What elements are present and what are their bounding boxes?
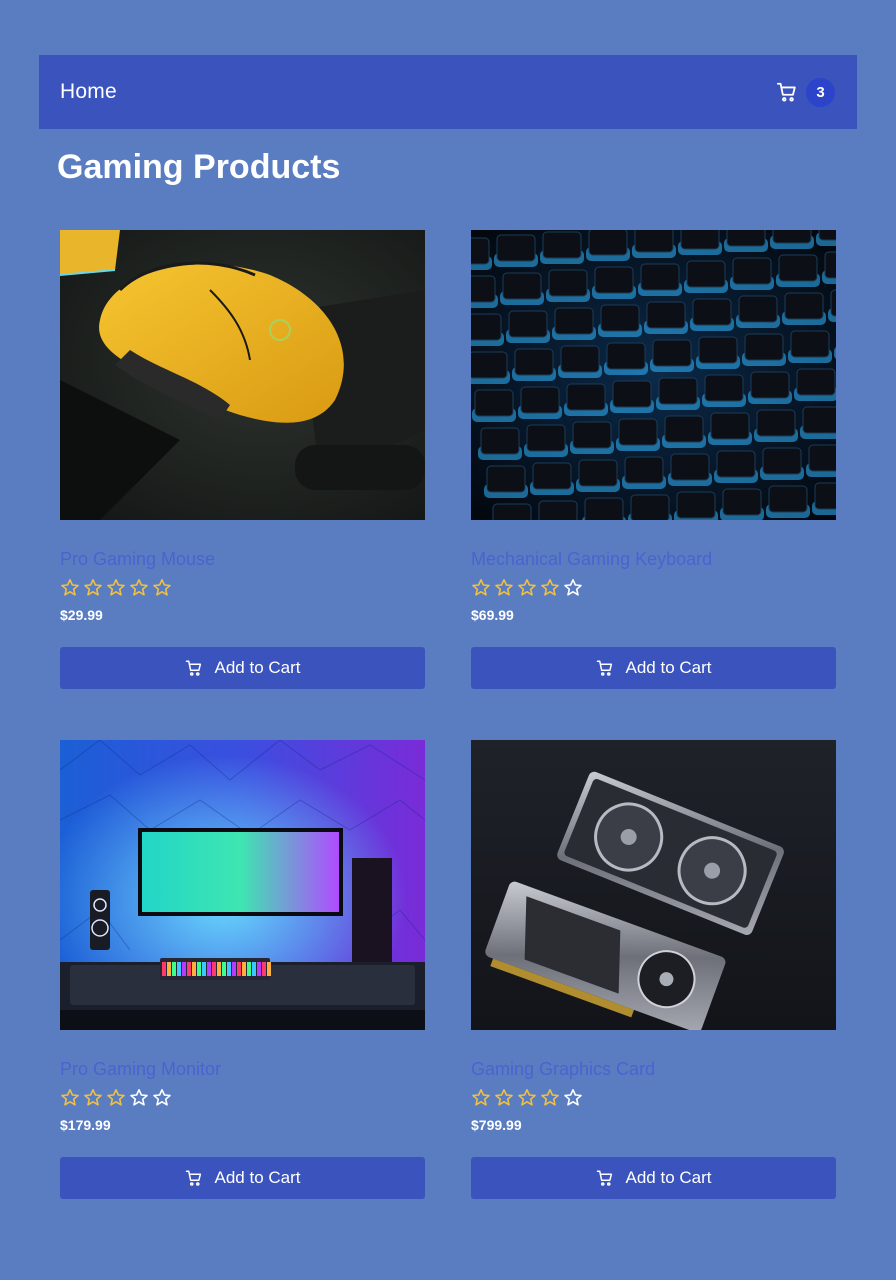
product-name[interactable]: Pro Gaming Monitor <box>60 1058 425 1080</box>
add-to-cart-button[interactable]: Add to Cart <box>471 1157 836 1199</box>
cart-icon <box>185 1169 203 1187</box>
cart-count-badge: 3 <box>806 77 835 107</box>
product-card: Pro Gaming Mouse $29.99 Add to Cart <box>60 230 425 689</box>
star-empty-icon <box>153 1089 171 1106</box>
product-image <box>60 740 425 1030</box>
star-filled-icon <box>541 579 559 596</box>
star-filled-icon <box>61 579 79 596</box>
product-card: Pro Gaming Monitor $179.99 Add to Cart <box>60 740 425 1199</box>
star-empty-icon <box>564 579 582 596</box>
add-to-cart-label: Add to Cart <box>214 1168 301 1187</box>
product-name[interactable]: Gaming Graphics Card <box>471 1058 836 1080</box>
product-name[interactable]: Pro Gaming Mouse <box>60 548 425 570</box>
star-filled-icon <box>495 1089 513 1106</box>
cart-button[interactable]: 3 <box>776 77 835 107</box>
star-filled-icon <box>518 579 536 596</box>
add-to-cart-button[interactable]: Add to Cart <box>60 1157 425 1199</box>
star-filled-icon <box>61 1089 79 1106</box>
rating-stars <box>471 578 836 598</box>
rating-stars <box>60 1088 425 1108</box>
rating-stars <box>471 1088 836 1108</box>
star-filled-icon <box>107 579 125 596</box>
product-card: Mechanical Gaming Keyboard $69.99 Add to… <box>471 230 836 689</box>
product-price: $799.99 <box>471 1117 522 1133</box>
product-image <box>471 740 836 1030</box>
star-filled-icon <box>84 1089 102 1106</box>
add-to-cart-label: Add to Cart <box>214 658 301 677</box>
rating-stars <box>60 578 425 598</box>
product-image <box>471 230 836 520</box>
add-to-cart-label: Add to Cart <box>625 658 712 677</box>
star-empty-icon <box>130 1089 148 1106</box>
star-empty-icon <box>564 1089 582 1106</box>
add-to-cart-button[interactable]: Add to Cart <box>60 647 425 689</box>
product-price: $29.99 <box>60 607 103 623</box>
star-filled-icon <box>472 579 490 596</box>
page-title: Gaming Products <box>57 148 341 186</box>
product-image <box>60 230 425 520</box>
nav-home-link[interactable]: Home <box>60 80 117 104</box>
star-filled-icon <box>472 1089 490 1106</box>
cart-icon <box>776 81 798 103</box>
star-filled-icon <box>153 579 171 596</box>
cart-icon <box>596 1169 614 1187</box>
cart-icon <box>185 659 203 677</box>
star-filled-icon <box>84 579 102 596</box>
product-card: Gaming Graphics Card $799.99 Add to Cart <box>471 740 836 1199</box>
cart-icon <box>596 659 614 677</box>
star-filled-icon <box>107 1089 125 1106</box>
product-price: $69.99 <box>471 607 514 623</box>
star-filled-icon <box>495 579 513 596</box>
top-navbar: Home 3 <box>39 55 857 129</box>
add-to-cart-button[interactable]: Add to Cart <box>471 647 836 689</box>
star-filled-icon <box>130 579 148 596</box>
product-price: $179.99 <box>60 1117 111 1133</box>
product-name[interactable]: Mechanical Gaming Keyboard <box>471 548 836 570</box>
star-filled-icon <box>518 1089 536 1106</box>
star-filled-icon <box>541 1089 559 1106</box>
add-to-cart-label: Add to Cart <box>625 1168 712 1187</box>
